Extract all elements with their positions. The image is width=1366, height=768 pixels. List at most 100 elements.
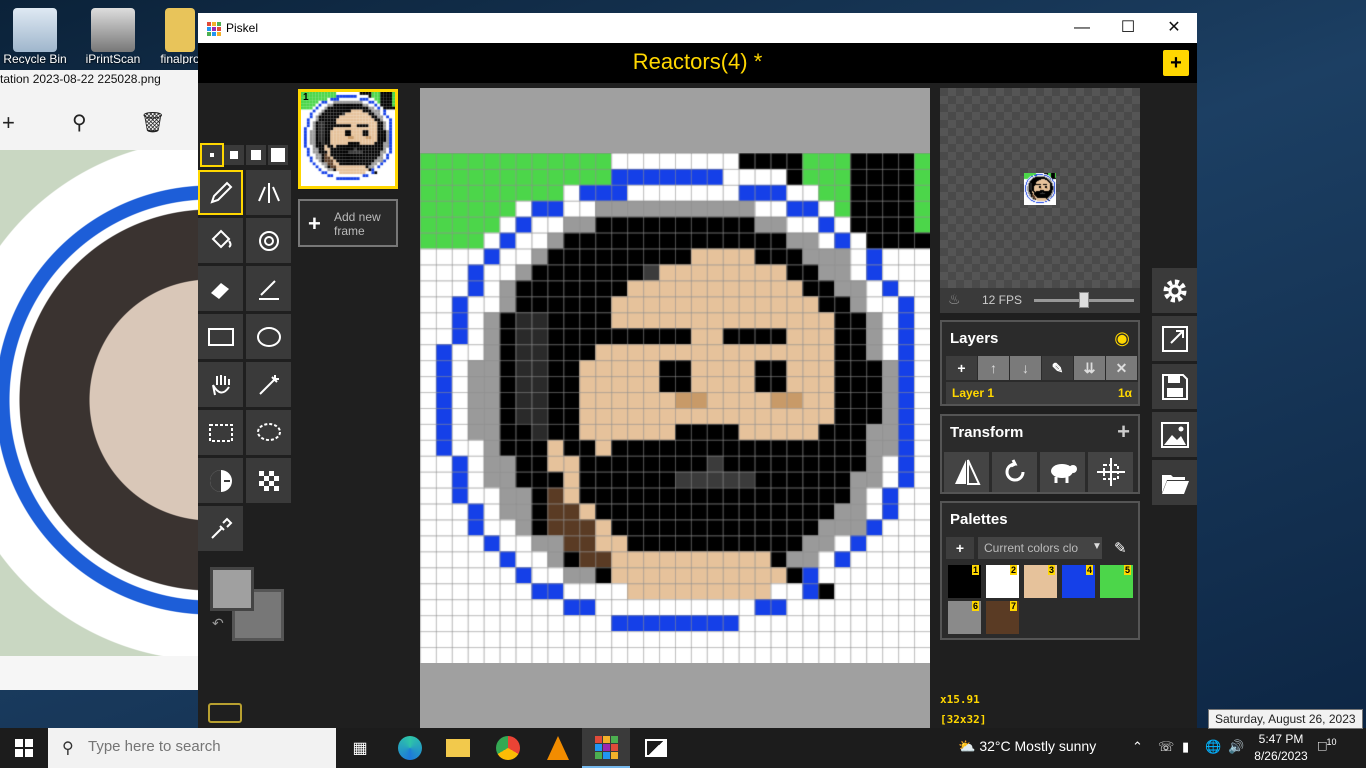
taskbar-app-file-explorer[interactable]	[434, 728, 482, 768]
dropdown-arrow-icon[interactable]: ▼	[1092, 541, 1102, 552]
desktop-icon-recycle-bin[interactable]: Recycle Bin	[0, 4, 70, 64]
close-button[interactable]: ✕	[1151, 13, 1197, 43]
lighten-tool[interactable]	[198, 458, 243, 503]
edit-layer-button[interactable]: ✎	[1042, 356, 1073, 380]
transform-expand-icon[interactable]: +	[1117, 419, 1130, 445]
layer-item[interactable]: Layer 1 1α	[946, 382, 1138, 404]
photo-viewer-window[interactable]: tation 2023-08-22 225028.png + ⚲ 🗑	[0, 70, 200, 690]
eye-icon[interactable]: ◉	[1114, 328, 1130, 349]
move-layer-down-button[interactable]: ↓	[1010, 356, 1041, 380]
pen-tool[interactable]	[198, 170, 243, 215]
frame-preview-image	[301, 92, 395, 186]
desktop-icon-label: Recycle Bin	[3, 52, 67, 64]
color-picker-tool[interactable]	[198, 506, 243, 551]
task-view-button[interactable]: ▦	[336, 728, 384, 768]
sprite-dimensions: [32x32]	[940, 713, 987, 726]
rectangle-tool[interactable]	[198, 314, 243, 359]
lasso-selection-tool[interactable]	[246, 410, 291, 455]
taskbar-app-chrome[interactable]	[484, 728, 532, 768]
stroke-tool[interactable]	[246, 266, 291, 311]
keyboard-shortcuts-icon[interactable]	[208, 703, 242, 723]
frame-thumbnail[interactable]: 1	[298, 89, 398, 189]
document-title[interactable]: Reactors(4) *	[198, 49, 1197, 75]
rectangle-selection-tool[interactable]	[198, 410, 243, 455]
fps-slider[interactable]	[1034, 292, 1134, 308]
notification-count: 10	[1326, 737, 1337, 747]
move-tool[interactable]	[198, 362, 243, 407]
settings-button[interactable]	[1152, 268, 1197, 313]
save-button[interactable]	[1152, 364, 1197, 409]
eraser-tool[interactable]	[198, 266, 243, 311]
resize-button[interactable]	[1152, 316, 1197, 361]
add-icon[interactable]: +	[2, 110, 15, 136]
maximize-button[interactable]: ☐	[1105, 13, 1151, 43]
merge-layer-button[interactable]: ⇊	[1074, 356, 1105, 380]
move-layer-up-button[interactable]: ↑	[978, 356, 1009, 380]
palette-color-2[interactable]: 2	[986, 565, 1019, 598]
pen-size-3[interactable]	[246, 145, 266, 165]
dithering-tool[interactable]	[246, 458, 291, 503]
pen-size-2[interactable]	[224, 145, 244, 165]
desktop-icon-folder[interactable]: finalpro	[160, 4, 200, 64]
clone-button[interactable]	[1040, 452, 1085, 492]
notification-center[interactable]: □10	[1318, 737, 1336, 754]
vertical-mirror-pen-tool[interactable]	[246, 170, 291, 215]
import-button[interactable]	[1152, 460, 1197, 505]
eyedropper-icon	[210, 517, 232, 539]
taskbar-app-piskel[interactable]	[582, 728, 630, 768]
flip-button[interactable]	[944, 452, 989, 492]
meet-now-icon[interactable]: ☏	[1158, 739, 1174, 755]
pen-size-1[interactable]	[200, 143, 224, 167]
desktop-icon-iprintscan[interactable]: iPrintScan	[78, 4, 148, 64]
search-input[interactable]	[88, 738, 318, 755]
palette-color-7[interactable]: 7	[986, 601, 1019, 634]
taskbar-app-edge[interactable]	[386, 728, 434, 768]
palette-color-1[interactable]: 1	[948, 565, 981, 598]
add-frame-button[interactable]: + Add new frame	[298, 199, 398, 247]
pixel-canvas[interactable]	[420, 153, 930, 663]
add-palette-button[interactable]: +	[946, 537, 974, 559]
weather-widget[interactable]: ⛅ 32°C Mostly sunny	[958, 738, 1096, 755]
printer-icon	[91, 8, 135, 52]
palette-color-5[interactable]: 5	[1100, 565, 1133, 598]
shape-selection-tool[interactable]	[246, 362, 291, 407]
fps-slider-thumb[interactable]	[1079, 292, 1089, 308]
zoom-icon[interactable]: ⚲	[72, 110, 87, 135]
export-button[interactable]	[1152, 412, 1197, 457]
circle-tool[interactable]	[246, 314, 291, 359]
transform-panel: Transform +	[940, 414, 1140, 494]
drawing-canvas-area[interactable]	[420, 88, 930, 728]
taskbar-search[interactable]: ⚲	[48, 728, 336, 768]
onion-skin-icon[interactable]: ♨	[948, 291, 961, 308]
network-icon[interactable]: 🌐	[1205, 739, 1221, 755]
taskbar-app-photos[interactable]	[632, 728, 680, 768]
add-layer-button[interactable]: +	[946, 356, 977, 380]
primary-color[interactable]	[210, 567, 254, 611]
layer-opacity[interactable]: 1α	[1118, 386, 1132, 400]
photo-image	[0, 150, 200, 656]
delete-icon[interactable]: 🗑	[140, 110, 165, 135]
edit-palette-icon[interactable]: ✎	[1114, 539, 1127, 557]
battery-icon[interactable]: ▮	[1182, 739, 1189, 755]
palette-color-3[interactable]: 3	[1024, 565, 1057, 598]
palette-color-number: 6	[971, 601, 979, 611]
taskbar: ⚲ ▦ ⛅ 32°C Mostly sunny ⌃ ☏ ▮ 🌐 🔊 5:47 P…	[0, 728, 1366, 768]
delete-layer-button[interactable]: ✕	[1106, 356, 1137, 380]
pen-size-4[interactable]	[268, 145, 288, 165]
minimize-button[interactable]: —	[1059, 13, 1105, 43]
palette-color-6[interactable]: 6	[948, 601, 981, 634]
swap-colors-icon[interactable]: ↶	[212, 615, 224, 632]
paint-bucket-tool[interactable]	[198, 218, 243, 263]
center-button[interactable]	[1088, 452, 1133, 492]
palette-color-4[interactable]: 4	[1062, 565, 1095, 598]
volume-icon[interactable]: 🔊	[1228, 739, 1244, 755]
system-clock[interactable]: 5:47 PM 8/26/2023	[1250, 731, 1312, 765]
rotate-button[interactable]	[992, 452, 1037, 492]
start-button[interactable]	[0, 728, 48, 768]
paint-all-same-color-tool[interactable]	[246, 218, 291, 263]
taskbar-app-vlc[interactable]	[534, 728, 582, 768]
palette-select[interactable]: Current colors clo	[978, 537, 1102, 559]
show-hidden-icons[interactable]: ⌃	[1132, 739, 1143, 755]
floppy-disk-icon	[1161, 373, 1188, 400]
new-piskel-button[interactable]: +	[1163, 50, 1189, 76]
